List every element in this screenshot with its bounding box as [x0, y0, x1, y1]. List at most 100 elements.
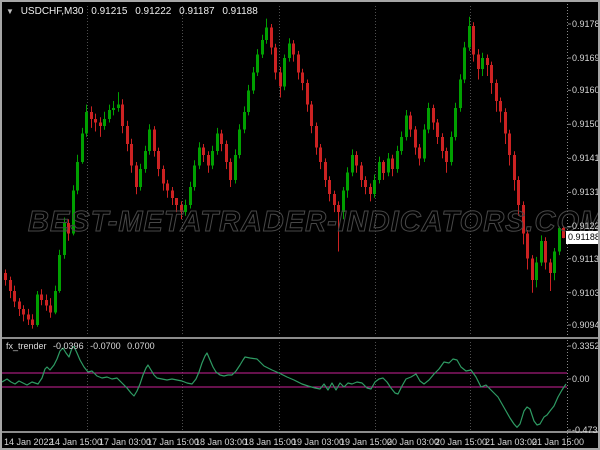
candle-down: [333, 194, 336, 205]
candle-up: [139, 169, 142, 187]
candle-up: [396, 151, 399, 170]
indicator-level-pos: 0.0700: [127, 341, 155, 351]
candle-down: [40, 294, 43, 300]
candle-down: [126, 126, 129, 144]
candle-up: [58, 255, 61, 291]
candle-down: [441, 136, 444, 152]
candle-up: [193, 165, 196, 187]
candle-down: [229, 162, 232, 180]
ohlc-high: 0.91222: [135, 6, 172, 17]
time-axis-label: 18 Jan 15:00: [244, 437, 297, 447]
candle-up: [144, 151, 147, 170]
candle-down: [153, 129, 156, 152]
candle-down: [49, 305, 52, 313]
candle-up: [427, 108, 430, 130]
time-axis-label: 21 Jan 03:00: [485, 437, 538, 447]
panel-separator[interactable]: [2, 337, 598, 339]
candle-down: [513, 154, 516, 180]
candle-down: [477, 54, 480, 69]
candle-down: [175, 197, 178, 205]
candle-up: [85, 111, 88, 134]
candle-down: [13, 291, 16, 302]
candle-down: [490, 65, 493, 84]
candle-up: [36, 294, 39, 325]
candle-down: [202, 147, 205, 155]
indicator-axis-label: 0.00: [572, 374, 590, 384]
candle-up: [252, 72, 255, 91]
candle-up: [216, 133, 219, 152]
price-axis-label: 0.91315: [572, 187, 600, 197]
candle-down: [319, 147, 322, 162]
candle-up: [481, 58, 484, 69]
candle-up: [148, 129, 151, 152]
candle-up: [238, 129, 241, 155]
price-axis-label: 0.91410: [572, 153, 600, 163]
candle-down: [301, 72, 304, 84]
watermark: BEST-METATRADER-INDICATORS.COM: [27, 206, 600, 239]
candle-up: [454, 108, 457, 137]
price-axis-label: 0.91220: [572, 221, 600, 231]
time-axis-label: 17 Jan 03:00: [99, 437, 152, 447]
candle-up: [351, 154, 354, 173]
time-axis-label: 14 Jan 2022: [4, 437, 54, 447]
candle-up: [346, 172, 349, 191]
price-axis-label: 0.90945: [572, 320, 600, 330]
price-axis-label: 0.91690: [572, 53, 600, 63]
mt4-chart-window: BEST-METATRADER-INDICATORS.COM ▼ USDCHF,…: [0, 0, 600, 450]
candle-up: [81, 133, 84, 162]
candle-down: [45, 299, 48, 306]
candle-up: [535, 262, 538, 281]
price-axis-label: 0.91035: [572, 288, 600, 298]
candle-up: [378, 162, 381, 180]
candle-up: [198, 147, 201, 166]
candle-down: [31, 319, 34, 325]
time-axis-label: 20 Jan 03:00: [387, 437, 440, 447]
time-axis-label: 17 Jan 15:00: [147, 437, 200, 447]
chart-title: ▼ USDCHF,M30 0.91215 0.91222 0.91187 0.9…: [6, 6, 263, 17]
candle-up: [247, 90, 250, 112]
candle-up: [468, 25, 471, 48]
candle-down: [432, 108, 435, 123]
candle-down: [135, 165, 138, 187]
indicator-axis-label: -0.4731: [572, 425, 600, 435]
candle-up: [553, 251, 556, 273]
price-axis-label: 0.91505: [572, 119, 600, 129]
candle-down: [364, 179, 367, 188]
candle-down: [4, 273, 7, 281]
indicator-name: fx_trender: [6, 341, 47, 351]
price-axis-label: 0.91785: [572, 19, 600, 29]
expand-arrow-icon[interactable]: ▼: [6, 7, 14, 16]
candle-up: [463, 47, 466, 80]
candle-down: [121, 104, 124, 127]
candle-down: [409, 115, 412, 130]
candle-down: [472, 25, 475, 55]
candle-down: [414, 129, 417, 148]
indicator-label: fx_trender -0.0396 -0.0700 0.0700: [6, 341, 159, 351]
candle-up: [373, 179, 376, 195]
candle-down: [495, 83, 498, 101]
candle-down: [27, 314, 30, 320]
candle-up: [387, 158, 390, 173]
candle-down: [391, 158, 394, 170]
candle-down: [517, 179, 520, 205]
candle-down: [508, 133, 511, 155]
ohlc-close: 0.91188: [222, 6, 258, 17]
candle-up: [108, 110, 111, 119]
candle-down: [531, 258, 534, 281]
price-axis-label: 0.91600: [572, 85, 600, 95]
candle-down: [94, 119, 97, 123]
candle-down: [22, 308, 25, 315]
candle-up: [540, 240, 543, 263]
candle-down: [270, 27, 273, 48]
candle-down: [499, 101, 502, 112]
candle-down: [274, 47, 277, 73]
candle-up: [405, 115, 408, 137]
candle-down: [310, 104, 313, 127]
candle-down: [328, 179, 331, 195]
price-axis-label: 0.91130: [572, 254, 599, 264]
candle-down: [207, 154, 210, 166]
candle-down: [445, 151, 448, 162]
time-axis-label: 21 Jan 15:00: [532, 437, 585, 447]
ohlc-open: 0.91215: [91, 6, 128, 17]
candle-down: [418, 147, 421, 159]
